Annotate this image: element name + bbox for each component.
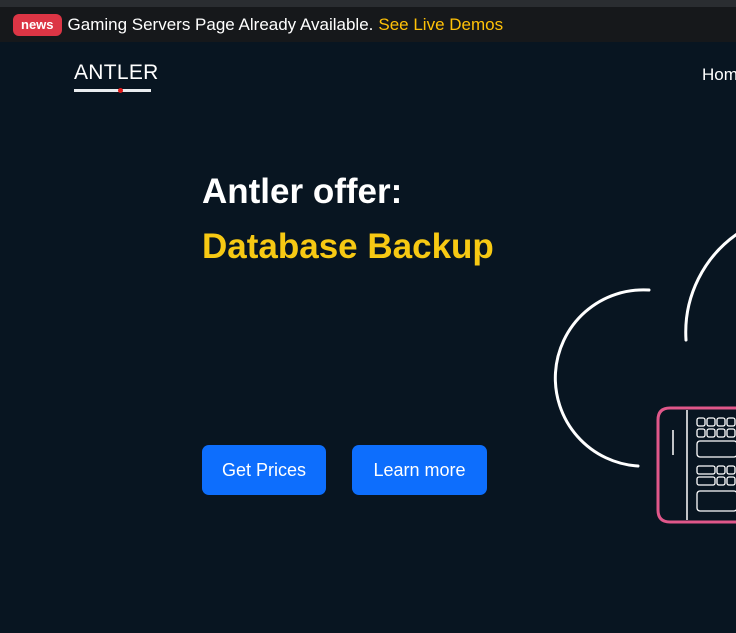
- logo-underline: [74, 89, 151, 92]
- hero-subtitle: Database Backup: [202, 227, 494, 266]
- cloud-illustration: [553, 232, 736, 524]
- cloud-left-arc: [553, 288, 651, 468]
- news-message: Gaming Servers Page Already Available.: [67, 14, 374, 34]
- browser-top-edge: [0, 0, 736, 7]
- cloud-top-arc: [684, 232, 736, 342]
- learn-more-button[interactable]: Learn more: [352, 445, 487, 495]
- hero-title: Antler offer:: [202, 172, 403, 211]
- live-demos-link[interactable]: See Live Demos: [378, 15, 503, 35]
- keyboard-device-illustration: [656, 406, 736, 524]
- logo-dot: [118, 88, 123, 93]
- get-prices-button[interactable]: Get Prices: [202, 445, 326, 495]
- site-logo[interactable]: ANTLER: [74, 61, 159, 85]
- news-bar: news Gaming Servers Page Already Availab…: [0, 7, 736, 42]
- nav-item-home[interactable]: Hom: [702, 65, 736, 85]
- news-badge: news: [13, 13, 62, 36]
